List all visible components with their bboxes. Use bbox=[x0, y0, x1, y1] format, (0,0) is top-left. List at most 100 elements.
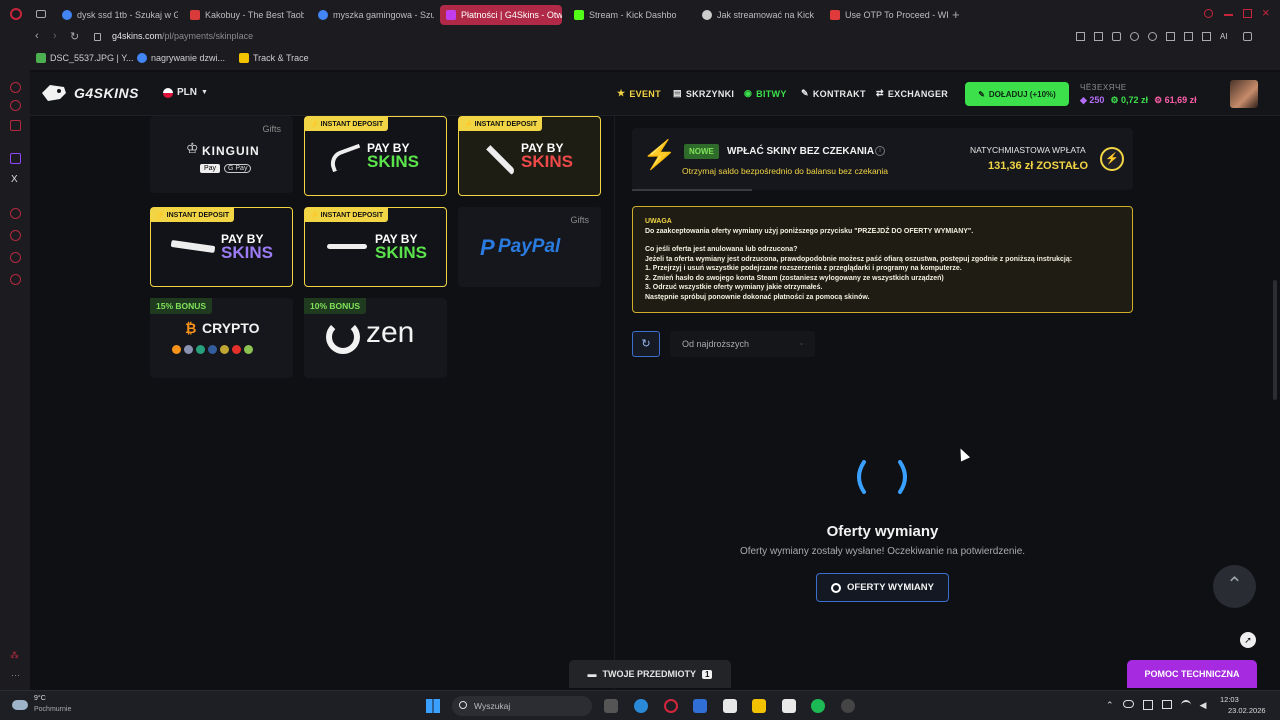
browser-tab[interactable]: Use OTP To Proceed - WP bbox=[824, 5, 948, 25]
monitor-icon[interactable] bbox=[1161, 700, 1172, 709]
chevron-up-icon[interactable]: ⌃ bbox=[1106, 700, 1114, 711]
menu-icon[interactable] bbox=[1243, 32, 1252, 41]
chatgpt-icon[interactable] bbox=[10, 82, 21, 93]
paypal-logo-icon: P bbox=[480, 235, 495, 260]
obs-icon[interactable] bbox=[841, 699, 855, 713]
kakobuy-icon bbox=[190, 10, 200, 20]
snapshot-icon[interactable] bbox=[1076, 32, 1085, 41]
cloud-icon[interactable] bbox=[1122, 700, 1134, 708]
nav-kontrakt[interactable]: ✎ KONTRAKT bbox=[801, 88, 866, 99]
info-icon[interactable]: i bbox=[875, 146, 885, 156]
pay-by-skins-card-2[interactable]: ⚡ INSTANT DEPOSIT PAY BY SKINS bbox=[458, 116, 601, 196]
browser-tab[interactable]: Jak streamować na Kick bbox=[696, 5, 820, 25]
warning-line: 2. Zmień hasło do swojego konta Steam (z… bbox=[645, 274, 944, 282]
task-view-icon[interactable] bbox=[604, 699, 618, 713]
shield-icon[interactable] bbox=[1112, 32, 1121, 41]
extensions-icon[interactable] bbox=[1166, 32, 1175, 41]
back-icon[interactable]: ‹ bbox=[35, 30, 39, 42]
pay-by-skins-card-3[interactable]: ⚡ INSTANT DEPOSIT PAY BY SKINS bbox=[150, 207, 293, 287]
edge-icon[interactable] bbox=[634, 699, 648, 713]
zen-logo-icon bbox=[326, 320, 360, 354]
scrollbar[interactable] bbox=[1273, 280, 1277, 400]
play-icon[interactable] bbox=[1130, 32, 1139, 41]
browser-tab[interactable]: dysk ssd 1tb - Szukaj w Go bbox=[56, 5, 178, 25]
spotify-icon[interactable] bbox=[811, 699, 825, 713]
url-field[interactable]: g4skins.com/pl/payments/skinplace bbox=[112, 31, 253, 41]
nav-bitwy[interactable]: ◉ BITWY bbox=[744, 88, 787, 99]
paypal-payment-card[interactable]: Gifts P PayPal bbox=[458, 207, 601, 287]
store-icon[interactable] bbox=[693, 699, 707, 713]
instagram-icon[interactable] bbox=[10, 120, 21, 131]
bookmark-item[interactable]: DSC_5537.JPG | Y... bbox=[36, 53, 134, 63]
refresh-button[interactable]: ↻ bbox=[632, 331, 660, 357]
sort-select[interactable]: Od najdroższych ⌄ bbox=[670, 331, 815, 357]
more-icon[interactable]: ⋯ bbox=[11, 670, 20, 681]
twitch-icon[interactable] bbox=[10, 153, 21, 164]
history-icon[interactable] bbox=[10, 230, 21, 241]
file-explorer-icon[interactable] bbox=[752, 699, 766, 713]
network-icon[interactable] bbox=[1142, 700, 1153, 710]
crypto-payment-card[interactable]: 15% BONUS ₿ CRYPTO bbox=[150, 298, 293, 378]
wallet-icon[interactable] bbox=[1184, 32, 1193, 41]
volume-icon[interactable]: ◀ bbox=[1200, 700, 1207, 711]
pay-by-skins-card-4[interactable]: ⚡ INSTANT DEPOSIT PAY BY SKINS bbox=[304, 207, 447, 287]
close-icon[interactable]: × bbox=[1262, 5, 1270, 20]
technical-support-button[interactable]: POMOC TECHNICZNA bbox=[1127, 660, 1257, 688]
browser-tab-active[interactable]: Płatności | G4Skins - Otw bbox=[440, 5, 562, 25]
clock-time[interactable]: 12:03 bbox=[1220, 695, 1239, 704]
maximize-icon[interactable] bbox=[1243, 9, 1252, 18]
clock-date[interactable]: 23.02.2026 bbox=[1228, 706, 1266, 715]
warning-line: 1. Przejrzyj i usuń wszystkie podejrzane… bbox=[645, 265, 962, 272]
pink-balance[interactable]: ⚙ 61,69 zł bbox=[1154, 95, 1197, 106]
topup-button[interactable]: ✎ DOŁADUJ (+10%) bbox=[965, 82, 1069, 106]
new-tab-icon[interactable]: + bbox=[952, 7, 960, 22]
workspaces-icon[interactable] bbox=[36, 10, 46, 18]
pay-by-skins-card-1[interactable]: ⚡ INSTANT DEPOSIT PAY BY SKINS bbox=[304, 116, 447, 196]
rocket-icon[interactable]: ➚ bbox=[1240, 632, 1256, 648]
opera-logo-icon[interactable] bbox=[10, 8, 22, 20]
forward-icon[interactable]: › bbox=[53, 30, 57, 42]
your-items-button[interactable]: ▬ TWOJE PRZEDMIOTY 1 bbox=[569, 660, 731, 688]
pinboard-icon[interactable] bbox=[10, 252, 21, 263]
music-icon[interactable] bbox=[10, 208, 21, 219]
bookmark-item[interactable]: Track & Trace bbox=[239, 53, 309, 63]
notepad-icon[interactable] bbox=[782, 699, 796, 713]
screenshot-icon[interactable] bbox=[1094, 32, 1103, 41]
nav-skrzynki[interactable]: ▤ SKRZYNKI bbox=[673, 88, 734, 99]
x-icon[interactable]: X bbox=[11, 174, 18, 185]
browser-tab[interactable]: myszka gamingowa - Szuk bbox=[312, 5, 434, 25]
bitcoin-icon: ₿ bbox=[185, 320, 197, 336]
search-tabs-icon[interactable] bbox=[1204, 9, 1213, 18]
trade-offers-button[interactable]: OFERTY WYMIANY bbox=[816, 573, 949, 602]
wifi-icon[interactable] bbox=[1180, 700, 1191, 710]
nav-exchanger[interactable]: ⇄ EXCHANGER bbox=[876, 88, 948, 99]
ai-icon[interactable]: AI bbox=[1220, 32, 1234, 41]
currency-selector[interactable]: PLN ▼ bbox=[163, 87, 208, 98]
kinguin-payment-card[interactable]: Gifts ♔ KINGUIN Pay G Pay bbox=[150, 116, 293, 193]
scroll-to-top-button[interactable]: ⌃ bbox=[1213, 565, 1256, 608]
green-balance[interactable]: ⚙ 0,72 zł bbox=[1110, 95, 1148, 106]
warning-line: Jeżeli ta oferta wymiany jest odrzucona,… bbox=[645, 255, 1073, 263]
windows-start-icon[interactable] bbox=[426, 699, 440, 713]
heart-icon[interactable] bbox=[1148, 32, 1157, 41]
g4skins-logo-icon[interactable] bbox=[40, 83, 68, 103]
bookmark-item[interactable]: nagrywanie dzwi... bbox=[137, 53, 225, 63]
zen-payment-card[interactable]: 10% BONUS zen bbox=[304, 298, 447, 378]
gem-balance[interactable]: ◆ 250 bbox=[1080, 95, 1104, 106]
browser-tab[interactable]: Kakobuy - The Best Taob bbox=[184, 5, 304, 25]
reload-icon[interactable]: ↻ bbox=[70, 30, 79, 43]
taskbar-search[interactable]: Wyszukaj bbox=[452, 696, 592, 716]
warning-line: Do zaakceptowania oferty wymiany użyj po… bbox=[645, 227, 974, 235]
opera-gx-icon[interactable] bbox=[664, 699, 678, 713]
browser-tab[interactable]: Stream - Kick Dashbo bbox=[568, 5, 692, 25]
gx-icon[interactable]: ⁂ bbox=[10, 650, 19, 661]
site-logo-text[interactable]: G4SKINS bbox=[74, 85, 139, 101]
settings-icon[interactable] bbox=[10, 274, 21, 285]
pen-icon: ✎ bbox=[801, 88, 809, 98]
nav-event[interactable]: ★ EVENT bbox=[617, 88, 661, 99]
download-icon[interactable] bbox=[1202, 32, 1211, 41]
capcut-icon[interactable] bbox=[723, 699, 737, 713]
minimize-icon[interactable] bbox=[1224, 14, 1233, 16]
avatar[interactable] bbox=[1230, 80, 1258, 108]
messenger-icon[interactable] bbox=[10, 100, 21, 111]
